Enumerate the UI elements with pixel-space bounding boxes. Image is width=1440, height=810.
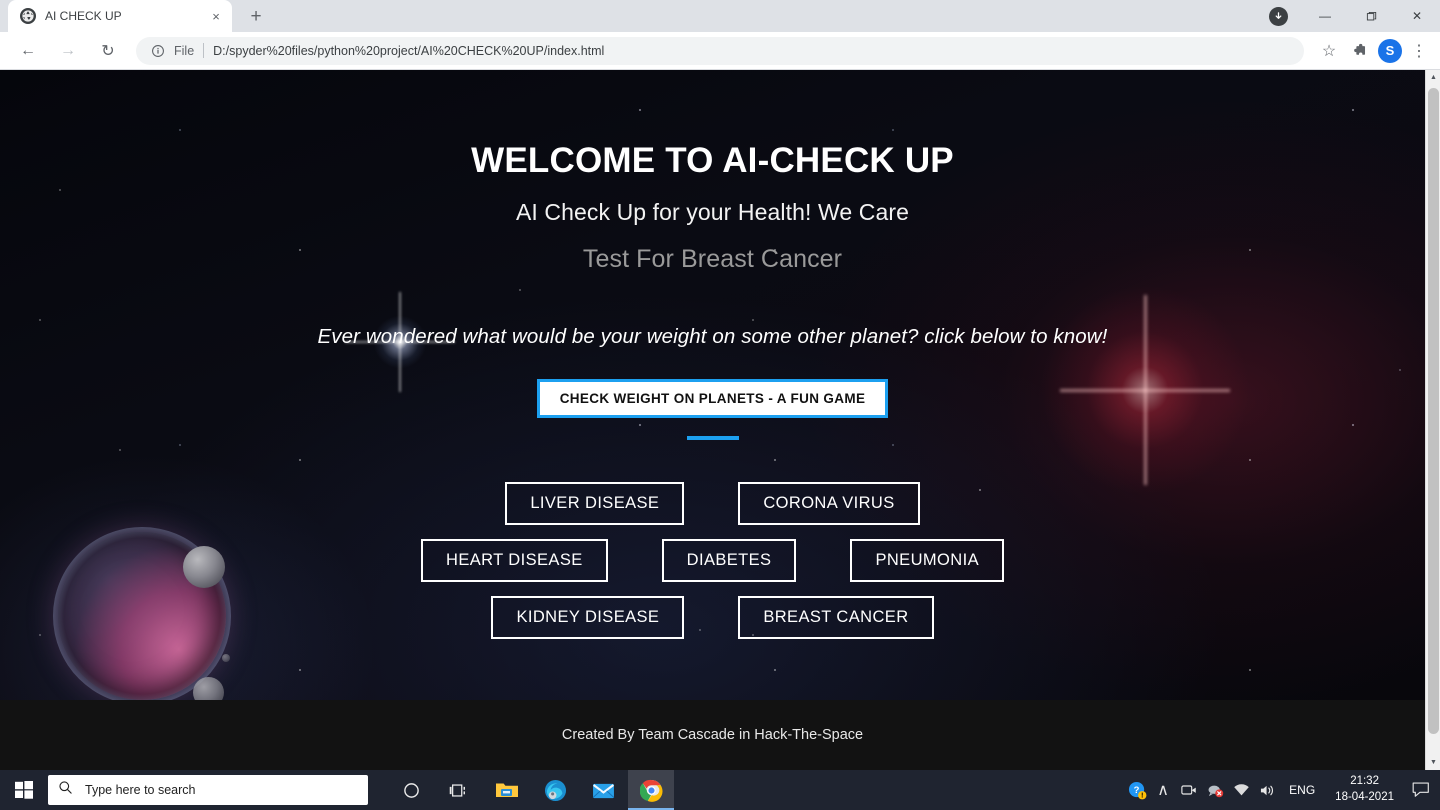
taskbar-item-google-chrome[interactable]	[628, 770, 674, 810]
clock-date: 18-04-2021	[1335, 791, 1394, 803]
download-icon[interactable]	[1269, 6, 1288, 26]
camera-icon[interactable]	[1177, 770, 1201, 810]
language-indicator[interactable]: ENG	[1281, 783, 1323, 797]
hero-content: WELCOME TO AI-CHECK UP AI Check Up for y…	[0, 70, 1425, 639]
disease-button-row: KIDNEY DISEASE BREAST CANCER	[491, 595, 934, 639]
forward-button[interactable]: →	[54, 37, 82, 65]
hero-section: WELCOME TO AI-CHECK UP AI Check Up for y…	[0, 70, 1425, 700]
page-subtitle: AI Check Up for your Health! We Care	[515, 198, 910, 225]
extensions-puzzle-icon[interactable]	[1346, 38, 1372, 64]
tab-title: AI CHECK UP	[45, 9, 122, 23]
bookmark-star-icon[interactable]: ☆	[1316, 38, 1342, 64]
diabetes-button[interactable]: DIABETES	[661, 538, 797, 582]
disease-button-row: LIVER DISEASE CORONA VIRUS	[505, 482, 920, 525]
browser-toolbar: ← → ↻ File D:/spyder%20files/python%20pr…	[0, 32, 1440, 70]
breast-cancer-button[interactable]: BREAST CANCER	[738, 595, 934, 639]
page-footer: Created By Team Cascade in Hack-The-Spac…	[0, 700, 1425, 770]
page-subtitle-secondary: Test For Breast Cancer	[582, 244, 843, 273]
scroll-down-arrow-icon[interactable]: ▼	[1426, 755, 1440, 770]
taskbar-item-task-view[interactable]	[436, 770, 482, 810]
new-tab-button[interactable]: +	[242, 2, 270, 30]
chrome-menu-icon[interactable]: ⋮	[1406, 38, 1432, 64]
browser-tab[interactable]: AI CHECK UP ×	[8, 0, 232, 32]
footer-credit-text: Created By Team Cascade in Hack-The-Spac…	[561, 727, 864, 743]
muted-status-icon[interactable]	[1203, 770, 1227, 810]
taskbar-app-list	[388, 770, 674, 810]
check-weight-on-planets-button[interactable]: CHECK WEIGHT ON PLANETS - A FUN GAME	[536, 378, 889, 418]
moon-graphic	[222, 654, 230, 662]
page-viewport: WELCOME TO AI-CHECK UP AI Check Up for y…	[0, 70, 1440, 770]
url-text: D:/spyder%20files/python%20project/AI%20…	[213, 43, 605, 58]
system-tray: ? ∧ ENG 21:32 18-04-2021	[1125, 770, 1440, 810]
maximize-button[interactable]	[1348, 0, 1394, 32]
wifi-icon[interactable]	[1229, 770, 1253, 810]
clock[interactable]: 21:32 18-04-2021	[1325, 774, 1404, 805]
taskbar-item-file-explorer[interactable]	[484, 770, 530, 810]
address-bar[interactable]: File D:/spyder%20files/python%20project/…	[136, 36, 1304, 65]
taskbar-item-microsoft-edge[interactable]	[532, 770, 578, 810]
scrollbar-thumb[interactable]	[1428, 88, 1439, 734]
back-button[interactable]: ←	[14, 37, 42, 65]
pneumonia-button[interactable]: PNEUMONIA	[850, 538, 1004, 582]
start-button[interactable]	[0, 770, 48, 810]
page-info-icon[interactable]	[150, 43, 166, 59]
scroll-up-arrow-icon[interactable]: ▲	[1426, 70, 1440, 85]
browser-titlebar: AI CHECK UP × + — ✕	[0, 0, 1440, 32]
taskbar-search-box[interactable]: Type here to search	[48, 775, 368, 805]
close-tab-icon[interactable]: ×	[208, 8, 224, 24]
window-controls: — ✕	[1269, 0, 1440, 32]
help-icon[interactable]: ?	[1125, 770, 1149, 810]
browser-window: AI CHECK UP × + — ✕ ← → ↻ File D:/spyder…	[0, 0, 1440, 770]
search-icon	[58, 780, 73, 800]
taskbar-item-cortana[interactable]	[388, 770, 434, 810]
moon-graphic	[193, 677, 224, 700]
show-hidden-icons-chevron-up-icon[interactable]: ∧	[1151, 770, 1175, 810]
corona-virus-button[interactable]: CORONA VIRUS	[738, 482, 920, 525]
taskbar-search-placeholder: Type here to search	[85, 783, 196, 797]
disease-button-row: HEART DISEASE DIABETES PNEUMONIA	[421, 538, 1004, 582]
kidney-disease-button[interactable]: KIDNEY DISEASE	[491, 595, 685, 639]
page-scrollbar[interactable]: ▲ ▼	[1425, 70, 1440, 770]
omnibox-separator	[203, 43, 205, 58]
action-center-icon[interactable]	[1406, 770, 1436, 810]
disease-button-grid: LIVER DISEASE CORONA VIRUS HEART DISEASE…	[0, 482, 1425, 639]
liver-disease-button[interactable]: LIVER DISEASE	[505, 482, 685, 525]
page-title: WELCOME TO AI-CHECK UP	[471, 141, 954, 180]
globe-icon	[20, 8, 36, 24]
clock-time: 21:32	[1350, 775, 1379, 788]
close-window-button[interactable]: ✕	[1394, 0, 1440, 32]
cta-container: CHECK WEIGHT ON PLANETS - A FUN GAME	[0, 378, 1425, 440]
profile-avatar[interactable]: S	[1378, 38, 1402, 63]
reload-button[interactable]: ↻	[94, 37, 122, 65]
taskbar-item-mail[interactable]	[580, 770, 626, 810]
page-tagline: Ever wondered what would be your weight …	[317, 324, 1108, 348]
speaker-volume-icon[interactable]	[1255, 770, 1279, 810]
windows-taskbar: Type here to search ? ∧ ENG 21:32 18-04-…	[0, 770, 1440, 810]
heart-disease-button[interactable]: HEART DISEASE	[421, 538, 608, 582]
minimize-button[interactable]: —	[1302, 0, 1348, 32]
cta-underline-bar	[686, 436, 739, 440]
url-scheme-label: File	[174, 43, 195, 58]
